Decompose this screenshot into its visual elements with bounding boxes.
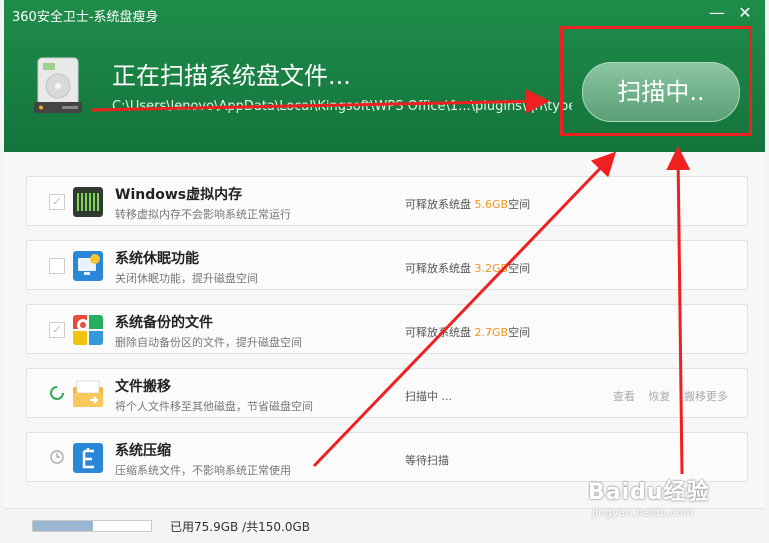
item-name: 文件搬移	[115, 379, 171, 395]
header-banner: 360安全卫士-系统盘瘦身 — ✕ 正在扫描系统盘文件... C:\Users\…	[4, 0, 765, 152]
disk-usage-fill	[33, 521, 93, 531]
memory-icon	[73, 187, 103, 217]
disk-usage-text: 已用75.9GB /共150.0GB	[170, 520, 310, 534]
item-actions: 查看 恢复 搬移更多	[613, 388, 738, 404]
move-more-link[interactable]: 搬移更多	[684, 390, 728, 403]
item-description: 转移虚拟内存不会影响系统正常运行	[115, 208, 291, 221]
window-title: 360安全卫士-系统盘瘦身	[12, 10, 159, 25]
item-description: 关闭休眠功能，提升磁盘空间	[115, 272, 258, 285]
hard-disk-icon	[34, 57, 82, 113]
view-link[interactable]: 查看	[613, 390, 635, 403]
app-window: 360安全卫士-系统盘瘦身 — ✕ 正在扫描系统盘文件... C:\Users\…	[4, 0, 765, 543]
item-status: 等待扫描	[405, 454, 449, 467]
item-status: 扫描中 ...	[405, 390, 452, 403]
item-checkbox[interactable]: ✓	[49, 322, 65, 338]
loading-spinner-icon	[50, 386, 64, 400]
close-button[interactable]: ✕	[735, 4, 755, 22]
item-name: 系统压缩	[115, 443, 171, 459]
restore-link[interactable]: 恢复	[649, 390, 671, 403]
list-item: ✓ 系统备份的文件 删除自动备份区的文件，提升磁盘空间 可释放系统盘 2.7GB…	[26, 304, 748, 354]
disk-usage-bar	[32, 520, 152, 532]
item-name: 系统备份的文件	[115, 315, 213, 331]
item-status: 可释放系统盘 3.2GB空间	[405, 262, 531, 275]
watermark-url: jingyan.baidu.com	[592, 506, 694, 519]
folder-move-icon	[73, 380, 103, 407]
item-status: 可释放系统盘 5.6GB空间	[405, 198, 531, 211]
minimize-button[interactable]: —	[707, 4, 727, 22]
scan-headline: 正在扫描系统盘文件...	[112, 62, 351, 90]
item-status: 可释放系统盘 2.7GB空间	[405, 326, 531, 339]
list-item: ✓ Windows虚拟内存 转移虚拟内存不会影响系统正常运行 可释放系统盘 5.…	[26, 176, 748, 226]
clock-icon	[50, 450, 64, 464]
scan-path: C:\Users\lenovo\AppData\Local\Kingsoft\W…	[112, 99, 572, 114]
item-description: 压缩系统文件，不影响系统正常使用	[115, 464, 291, 477]
item-description: 将个人文件移至其他磁盘，节省磁盘空间	[115, 400, 313, 413]
list-item: 系统休眠功能 关闭休眠功能，提升磁盘空间 可释放系统盘 3.2GB空间	[26, 240, 748, 290]
compress-icon	[73, 443, 103, 473]
list-item: 文件搬移 将个人文件移至其他磁盘，节省磁盘空间 扫描中 ... 查看 恢复 搬移…	[26, 368, 748, 418]
backup-icon	[73, 315, 103, 345]
watermark-logo: Baidu经验	[588, 480, 710, 505]
item-name: Windows虚拟内存	[115, 187, 243, 203]
item-checkbox[interactable]	[49, 258, 65, 274]
item-name: 系统休眠功能	[115, 251, 199, 267]
item-checkbox[interactable]: ✓	[49, 194, 65, 210]
sleep-icon	[73, 251, 103, 281]
annotation-highlight-box	[560, 26, 752, 136]
item-description: 删除自动备份区的文件，提升磁盘空间	[115, 336, 302, 349]
